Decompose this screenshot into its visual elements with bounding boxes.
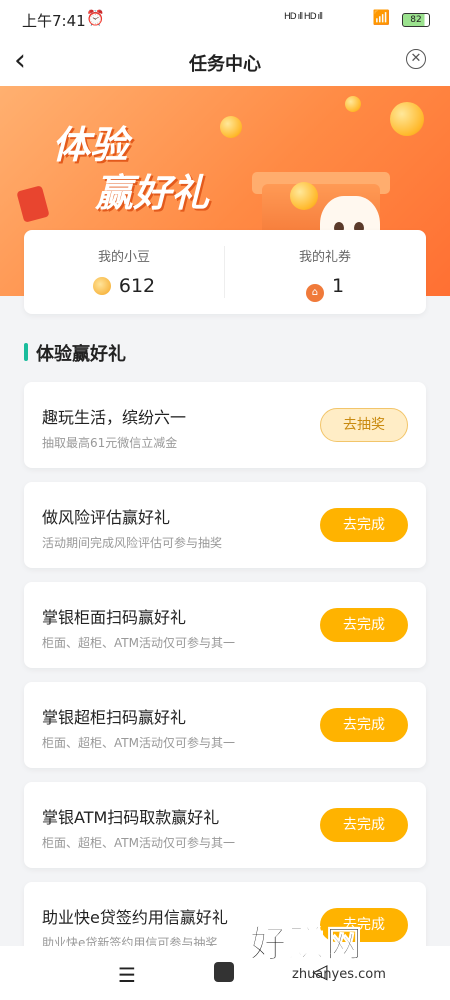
coin-icon — [220, 116, 242, 138]
complete-task-button[interactable]: 去完成 — [320, 608, 408, 642]
close-icon[interactable]: ✕ — [406, 49, 426, 69]
task-name: 助业快e贷签约用信赢好礼 — [42, 908, 228, 927]
nav-bar: ‹ 任务中心 ✕ — [0, 40, 450, 86]
watermark-text: 好赚网 — [249, 924, 365, 966]
my-beans[interactable]: 我的小豆 612 — [24, 230, 224, 314]
assets-summary-card: 我的小豆 612 我的礼券 ⌂ 1 — [24, 230, 426, 314]
task-desc: 柜面、超柜、ATM活动仅可参与其一 — [42, 636, 235, 650]
watermark-url: zhuanyes.com — [292, 967, 386, 982]
alarm-icon: ⏰ — [86, 9, 105, 27]
task-desc: 活动期间完成风险评估可参与抽奖 — [42, 536, 223, 550]
menu-icon[interactable]: ☰ — [118, 963, 136, 987]
task-name: 做风险评估赢好礼 — [42, 508, 171, 527]
complete-task-button[interactable]: 去完成 — [320, 508, 408, 542]
task-name: 趣玩生活，缤纷六一 — [42, 408, 187, 427]
task-name: 掌银柜面扫码赢好礼 — [42, 608, 187, 627]
task-name: 掌银ATM扫码取款赢好礼 — [42, 808, 220, 827]
draw-lottery-button[interactable]: 去抽奖 — [320, 408, 408, 442]
coupons-value: 1 — [331, 275, 345, 297]
task-desc: 柜面、超柜、ATM活动仅可参与其一 — [42, 736, 235, 750]
status-bar: 上午7:41 ⏰ HD ıll HD ıll 📶 82 — [0, 0, 450, 40]
coin-icon — [290, 182, 318, 210]
banner-title-line2: 赢好礼 — [95, 171, 210, 215]
task-name: 掌银超柜扫码赢好礼 — [42, 708, 187, 727]
signal-icon: HD ıll HD ıll — [284, 12, 323, 22]
section-accent-bar — [24, 343, 28, 361]
section-title: 体验赢好礼 — [36, 344, 126, 365]
bean-icon — [92, 277, 111, 295]
battery-icon: 82 — [402, 13, 430, 27]
coin-icon — [390, 102, 424, 136]
watermark: 好赚网 zhuanyes.com — [249, 915, 440, 985]
task-card: 趣玩生活，缤纷六一 抽取最高61元微信立减金 去抽奖 — [24, 382, 426, 468]
task-desc: 柜面、超柜、ATM活动仅可参与其一 — [42, 836, 235, 850]
beans-label: 我的小豆 — [97, 250, 150, 265]
coin-icon — [345, 96, 361, 112]
page-title: 任务中心 — [189, 54, 261, 75]
task-card: 掌银柜面扫码赢好礼 柜面、超柜、ATM活动仅可参与其一 去完成 — [24, 582, 426, 668]
task-desc: 抽取最高61元微信立减金 — [42, 436, 178, 450]
task-card: 做风险评估赢好礼 活动期间完成风险评估可参与抽奖 去完成 — [24, 482, 426, 568]
home-icon[interactable] — [214, 962, 234, 982]
red-envelope-icon — [16, 185, 50, 223]
beans-value: 612 — [118, 275, 156, 297]
coupon-icon: ⌂ — [305, 284, 324, 302]
task-card: 掌银ATM扫码取款赢好礼 柜面、超柜、ATM活动仅可参与其一 去完成 — [24, 782, 426, 868]
coupons-label: 我的礼券 — [298, 250, 351, 265]
complete-task-button[interactable]: 去完成 — [320, 708, 408, 742]
status-time: 上午7:41 — [22, 12, 86, 30]
wifi-icon: 📶 — [372, 10, 390, 26]
complete-task-button[interactable]: 去完成 — [320, 808, 408, 842]
my-coupons[interactable]: 我的礼券 ⌂ 1 — [225, 230, 425, 314]
banner-title-line1: 体验 — [52, 123, 129, 167]
task-card: 掌银超柜扫码赢好礼 柜面、超柜、ATM活动仅可参与其一 去完成 — [24, 682, 426, 768]
